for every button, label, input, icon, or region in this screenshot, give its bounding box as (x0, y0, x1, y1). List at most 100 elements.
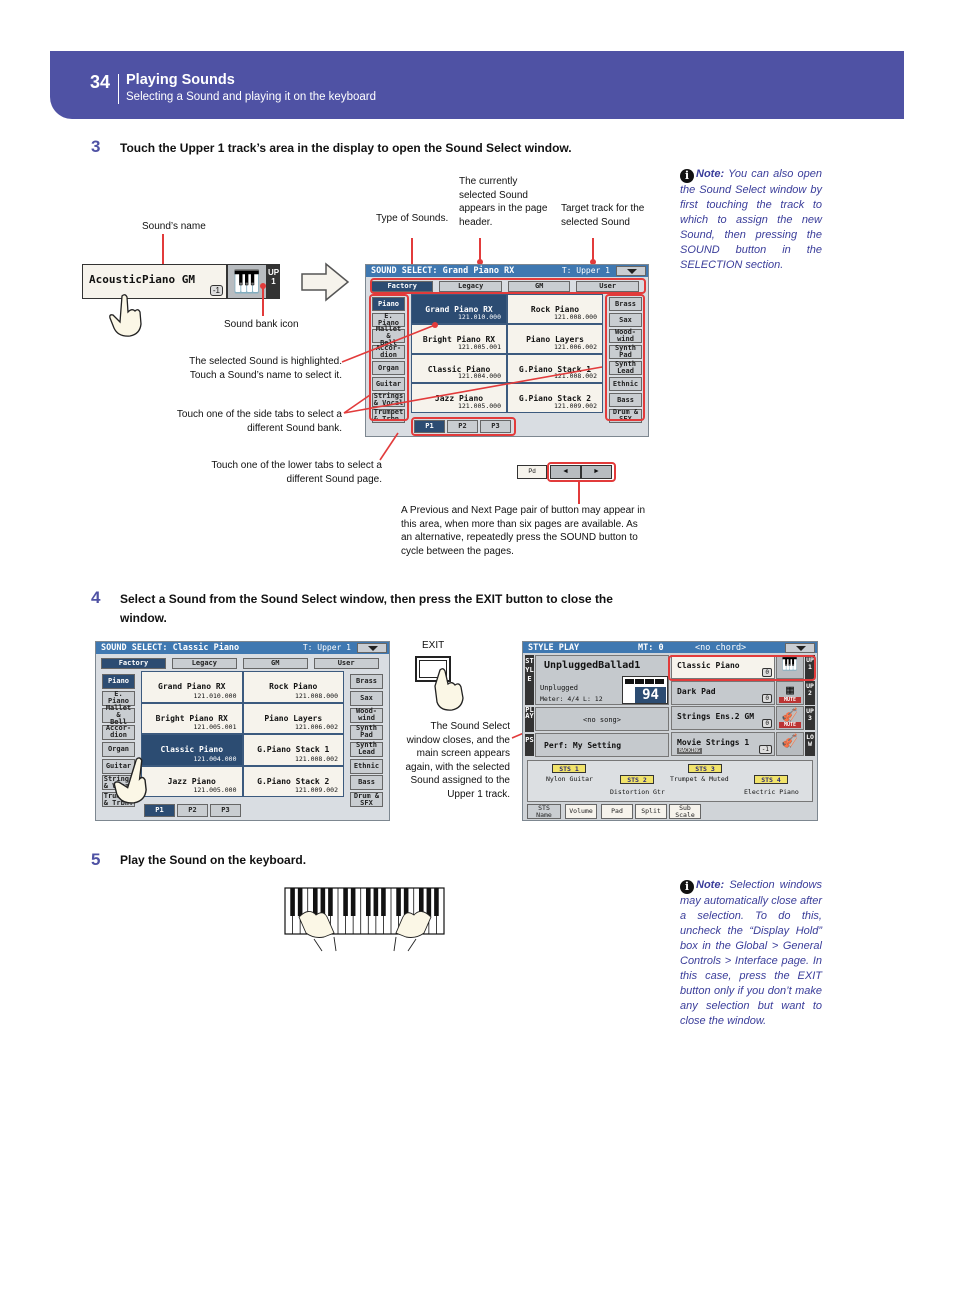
sound-cell[interactable]: Classic Piano 121.004.000 (141, 734, 243, 766)
sound-cell[interactable]: Piano Layers 121.006.002 (242, 702, 344, 734)
track-label[interactable]: UP2 (805, 680, 815, 705)
sound-id: 121.009.002 (294, 786, 338, 794)
window-title: SOUND SELECT: Classic Piano (101, 643, 240, 653)
play-side-tab[interactable]: PLAY (525, 707, 534, 732)
pager-left-button[interactable]: Pd (517, 465, 547, 479)
chord-display: <no chord> (695, 643, 747, 653)
bottom-tab[interactable]: STS Name (527, 804, 561, 819)
sound-cell[interactable]: G.Piano Stack 2 121.009.002 (242, 765, 344, 797)
menu-dropdown-icon[interactable] (357, 643, 387, 653)
right-tab[interactable]: Ethnic (350, 758, 383, 774)
step-3-number: 3 (91, 137, 101, 156)
octave-badge: -1 (758, 744, 772, 754)
track-low[interactable]: Movie Strings 1 -1 BACKING (671, 731, 775, 756)
right-tab[interactable]: Sax (350, 690, 383, 706)
tab-gm[interactable]: GM (242, 658, 308, 669)
touch-hand-icon (113, 757, 147, 804)
track-label[interactable]: UP3 (805, 706, 815, 730)
callout-lines (341, 322, 603, 461)
note-label: Note: (696, 879, 725, 891)
black-key (381, 888, 386, 916)
song-area[interactable]: <no song> (535, 707, 669, 731)
caption-selected-highlight: The selected Sound is highlighted. Touch… (189, 356, 342, 381)
backing-badge: BACKING (677, 747, 703, 754)
sound-name: Classic Piano (160, 745, 224, 754)
right-tab[interactable]: Synth Lead (350, 741, 383, 757)
caption-current-sound: The currently selected Sound appears in … (459, 176, 548, 228)
tab-legacy[interactable]: Legacy (171, 658, 237, 669)
info-icon: i (680, 880, 694, 894)
style-name: UnpluggedBallad1 (544, 660, 641, 671)
piano-bank-icon: 🎹 (227, 264, 267, 299)
page-tab-p3[interactable]: P3 (210, 804, 241, 817)
right-tab[interactable]: Synth Pad (350, 724, 383, 740)
page-tab-p2[interactable]: P2 (177, 804, 208, 817)
left-tab[interactable]: Mallet & Bell (102, 704, 135, 725)
track-sound-name: Movie Strings 1 (677, 737, 750, 747)
black-key (403, 888, 409, 916)
target-track: T: Upper 1 (561, 266, 610, 275)
ps-side-tab[interactable]: PS (525, 734, 534, 756)
left-tab[interactable]: Piano (102, 674, 135, 689)
track-up2[interactable]: Dark Pad 0 (671, 680, 775, 705)
bottom-tab[interactable]: Sub Scale (669, 804, 701, 819)
bottom-tab[interactable]: Pad (601, 804, 633, 819)
sts-1-button[interactable]: STS 1 (552, 764, 586, 773)
press-hand-icon (434, 668, 464, 711)
beat-indicator (625, 679, 665, 684)
right-tab[interactable]: Wood- wind (350, 707, 383, 723)
style-side-tab[interactable]: STYLE (525, 655, 534, 705)
left-tab[interactable]: Accor- dion (102, 724, 135, 740)
sts-2-sound: Distortion Gtr (610, 788, 665, 796)
right-tab[interactable]: Drum & SFX (350, 792, 383, 808)
menu-dropdown-icon[interactable] (785, 643, 815, 653)
tempo-box[interactable]: 94 (622, 676, 668, 704)
header-divider (118, 74, 119, 104)
page-tab-p1[interactable]: P1 (144, 804, 175, 817)
octave-badge: 0 (762, 719, 772, 728)
meter-length: Meter: 4/4 L: 12 (540, 695, 603, 703)
sound-cell[interactable]: Jazz Piano 121.005.000 (141, 765, 243, 797)
note-open-sound-select: i Note: You can also open the Sound Selec… (680, 167, 822, 273)
right-tab[interactable]: Bass (350, 775, 383, 791)
bottom-tab[interactable]: Volume (565, 804, 597, 819)
caption-target-track: Target track for the selected Sound (561, 203, 645, 228)
tab-factory[interactable]: Factory (101, 658, 166, 669)
black-key (396, 888, 401, 916)
sts-4-button[interactable]: STS 4 (754, 775, 788, 784)
track-up3[interactable]: Strings Ens.2 GM 0 (671, 706, 775, 730)
caption-sound-name: Sound’s name (142, 221, 206, 232)
tempo-value: 94 (635, 687, 666, 703)
callout-line (479, 238, 481, 260)
right-tab[interactable]: Brass (350, 674, 383, 689)
sound-name: Jazz Piano (167, 776, 216, 786)
callout-line (162, 234, 164, 268)
sts-2-button[interactable]: STS 2 (620, 775, 654, 784)
upper1-track-area[interactable]: AcousticPiano GM -1 (82, 264, 227, 299)
black-key (328, 888, 333, 916)
caption-prev-next: A Previous and Next Page pair of button … (401, 505, 646, 557)
track-label[interactable]: LOW (805, 731, 815, 756)
sound-cell[interactable]: Bright Piano RX 121.005.001 (141, 702, 243, 734)
black-key (312, 888, 318, 916)
black-key (320, 888, 326, 916)
sts-3-button[interactable]: STS 3 (688, 764, 722, 773)
performance-area[interactable]: Perf: My Setting (535, 733, 669, 757)
sound-name: G.Piano Stack 1 (257, 745, 330, 754)
tab-user[interactable]: User (313, 658, 379, 669)
style-area[interactable]: UnpluggedBallad1 Unplugged Meter: 4/4 L:… (535, 655, 669, 705)
sound-cell[interactable]: Grand Piano RX 121.010.000 (141, 671, 243, 703)
sound-cell[interactable]: Rock Piano 121.008.000 (242, 671, 344, 703)
bottom-tab[interactable]: Split (635, 804, 667, 819)
step-4-number: 4 (91, 588, 101, 607)
menu-dropdown-icon[interactable] (616, 266, 646, 276)
sound-name: Piano Layers (264, 713, 323, 723)
sts-3-sound: Trumpet & Muted (670, 775, 729, 783)
sound-cell[interactable]: G.Piano Stack 1 121.008.002 (242, 734, 344, 766)
track-sound-name: AcousticPiano GM (89, 273, 195, 286)
chapter-title: Playing Sounds (126, 72, 235, 88)
sts-area: STS 1 Nylon Guitar STS 2 Distortion Gtr … (527, 760, 813, 802)
target-track: T: Upper 1 (302, 643, 351, 652)
sound-id: 121.008.002 (294, 754, 338, 763)
caption-type-of-sounds: Type of Sounds. (376, 213, 449, 224)
